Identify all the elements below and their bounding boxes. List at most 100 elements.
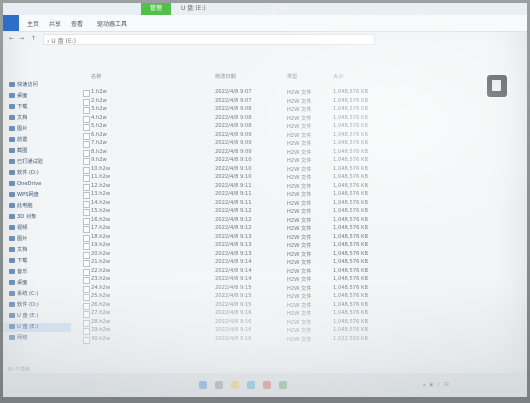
address-input[interactable]: › U 盘 (E:) [43,34,375,45]
row-checkbox[interactable] [83,319,90,327]
table-row[interactable]: 6.h2w 2022/4/8 9:09 H2W 文件 1,048,576 KB [75,132,395,141]
sidebar-item[interactable]: U 盘 (E:) [3,323,71,332]
sidebar-item[interactable]: 下载 [3,257,71,266]
table-row[interactable]: 23.h2w 2022/4/8 9:14 H2W 文件 1,048,576 KB [75,276,395,285]
tab-home[interactable]: 主页 [27,19,39,28]
sidebar-item[interactable]: 此电脑 [3,202,71,211]
table-row[interactable]: 8.h2w 2022/4/8 9:09 H2W 文件 1,048,576 KB [75,149,395,158]
sidebar-item[interactable]: 音乐 [3,268,71,277]
sidebar-item[interactable]: 下载 [3,103,71,112]
manage-tab[interactable]: 管理 [141,3,171,15]
row-checkbox[interactable] [83,115,90,123]
table-row[interactable]: 3.h2w 2022/4/8 9:08 H2W 文件 1,048,576 KB [75,106,395,115]
row-checkbox[interactable] [83,200,90,208]
table-row[interactable]: 5.h2w 2022/4/8 9:08 H2W 文件 1,048,576 KB [75,123,395,132]
sidebar-item[interactable]: 软件 (D:) [3,169,71,178]
table-row[interactable]: 27.h2w 2022/4/8 9:16 H2W 文件 1,048,576 KB [75,310,395,319]
table-row[interactable]: 16.h2w 2022/4/8 9:12 H2W 文件 1,048,576 KB [75,217,395,226]
row-checkbox[interactable] [83,98,90,106]
file-tab[interactable] [3,15,19,31]
row-checkbox[interactable] [83,234,90,242]
sidebar-item[interactable]: 截图 [3,147,71,156]
row-checkbox[interactable] [83,209,90,216]
search-icon[interactable] [215,381,223,389]
row-checkbox[interactable] [83,192,90,199]
row-checkbox[interactable] [83,302,90,310]
row-checkbox[interactable] [83,260,90,267]
column-header-date[interactable]: 修改日期 [215,73,236,80]
table-row[interactable]: 30.h2w 2022/4/8 9:16 H2W 文件 1,022,592 KB [75,336,395,345]
file-explorer-icon[interactable] [231,381,239,389]
sidebar-item[interactable]: 文档 [3,246,71,255]
table-row[interactable]: 19.h2w 2022/4/8 9:13 H2W 文件 1,048,576 KB [75,242,395,251]
row-checkbox[interactable] [83,166,90,174]
browser-icon[interactable] [247,381,255,389]
sidebar-item[interactable]: 网络 [3,334,71,343]
row-checkbox[interactable] [83,277,90,284]
table-row[interactable]: 2.h2w 2022/4/8 9:07 H2W 文件 1,048,576 KB [75,98,395,107]
table-row[interactable]: 4.h2w 2022/4/8 9:08 H2W 文件 1,048,576 KB [75,115,395,124]
back-arrow-icon[interactable]: ← [9,35,14,42]
column-header-type[interactable]: 类型 [287,73,297,80]
table-row[interactable]: 14.h2w 2022/4/8 9:11 H2W 文件 1,048,576 KB [75,200,395,209]
table-row[interactable]: 24.h2w 2022/4/8 9:15 H2W 文件 1,048,576 KB [75,285,395,294]
sidebar-item[interactable]: WPS网盘 [3,191,71,200]
row-checkbox[interactable] [83,141,90,148]
sidebar-item[interactable]: 快速访问 [3,81,71,90]
sidebar-item[interactable]: 软件 (D:) [3,301,71,310]
row-checkbox[interactable] [83,226,90,233]
table-row[interactable]: 7.h2w 2022/4/8 9:09 H2W 文件 1,048,576 KB [75,140,395,149]
row-checkbox[interactable] [83,251,90,259]
table-row[interactable]: 12.h2w 2022/4/8 9:11 H2W 文件 1,048,576 KB [75,183,395,192]
row-checkbox[interactable] [83,328,90,335]
row-checkbox[interactable] [83,132,90,140]
sidebar-item[interactable]: 图片 [3,235,71,244]
sidebar-item[interactable]: 已打通试验 [3,158,71,167]
sidebar-item[interactable]: 前置 [3,136,71,145]
row-checkbox[interactable] [83,217,90,225]
table-row[interactable]: 10.h2w 2022/4/8 9:10 H2W 文件 1,048,576 KB [75,166,395,175]
row-checkbox[interactable] [83,124,90,131]
table-row[interactable]: 13.h2w 2022/4/8 9:11 H2W 文件 1,048,576 KB [75,191,395,200]
app-icon-green[interactable] [279,381,287,389]
sidebar-item[interactable]: 系统 (C:) [3,290,71,299]
row-checkbox[interactable] [83,336,90,344]
row-checkbox[interactable] [83,294,90,301]
row-checkbox[interactable] [83,158,90,165]
table-row[interactable]: 21.h2w 2022/4/8 9:14 H2W 文件 1,048,576 KB [75,259,395,268]
table-row[interactable]: 28.h2w 2022/4/8 9:16 H2W 文件 1,048,576 KB [75,319,395,328]
row-checkbox[interactable] [83,183,90,191]
table-row[interactable]: 11.h2w 2022/4/8 9:10 H2W 文件 1,048,576 KB [75,174,395,183]
table-row[interactable]: 22.h2w 2022/4/8 9:14 H2W 文件 1,048,576 KB [75,268,395,277]
forward-arrow-icon[interactable]: → [19,35,24,42]
table-row[interactable]: 29.h2w 2022/4/8 9:16 H2W 文件 1,048,576 KB [75,327,395,336]
sidebar-item[interactable]: OneDrive [3,180,71,189]
table-row[interactable]: 25.h2w 2022/4/8 9:15 H2W 文件 1,048,576 KB [75,293,395,302]
sidebar-item[interactable]: 桌面 [3,92,71,101]
row-checkbox[interactable] [83,175,90,182]
column-header-name[interactable]: 名称 [91,73,101,80]
sidebar-item[interactable]: 3D 对象 [3,213,71,222]
row-checkbox[interactable] [83,243,90,250]
system-tray[interactable]: ▴ ◉ ♪ 中 [423,381,450,388]
table-row[interactable]: 18.h2w 2022/4/8 9:13 H2W 文件 1,048,576 KB [75,234,395,243]
table-row[interactable]: 20.h2w 2022/4/8 9:13 H2W 文件 1,048,576 KB [75,251,395,260]
windows-start-icon[interactable] [199,381,207,389]
row-checkbox[interactable] [83,149,90,157]
row-checkbox[interactable] [83,285,90,293]
sidebar-item[interactable]: 文档 [3,114,71,123]
tab-drive-tools[interactable]: 驱动器工具 [97,19,127,28]
row-checkbox[interactable] [83,311,90,318]
sidebar-item[interactable]: 桌面 [3,279,71,288]
row-checkbox[interactable] [83,107,90,114]
table-row[interactable]: 26.h2w 2022/4/8 9:15 H2W 文件 1,048,576 KB [75,302,395,311]
table-row[interactable]: 9.h2w 2022/4/8 9:10 H2W 文件 1,048,576 KB [75,157,395,166]
app-icon[interactable] [263,381,271,389]
table-row[interactable]: 17.h2w 2022/4/8 9:12 H2W 文件 1,048,576 KB [75,225,395,234]
row-checkbox[interactable] [83,90,90,97]
sidebar-item[interactable]: U 盘 (E:) [3,312,71,321]
sidebar-item[interactable]: 图片 [3,125,71,134]
row-checkbox[interactable] [83,268,90,276]
sidebar-item[interactable]: 视频 [3,224,71,233]
column-header-size[interactable]: 大小 [333,73,343,80]
